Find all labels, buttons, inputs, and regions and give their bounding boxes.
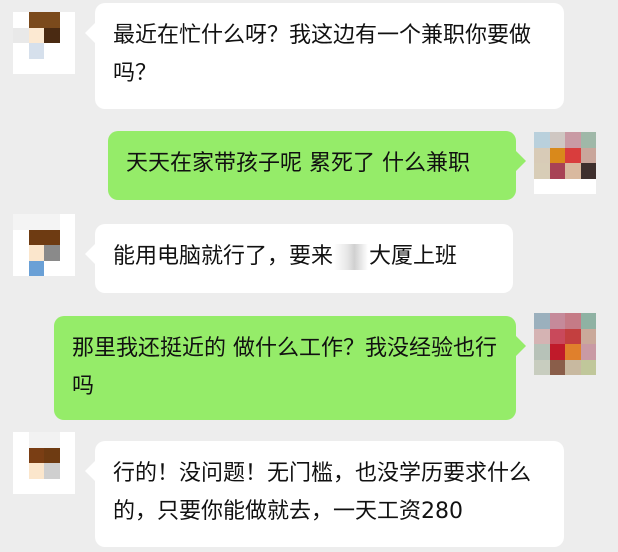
message-text: 最近在忙什么呀？我这边有一个兼职你要做吗？ xyxy=(113,23,532,86)
avatar-pixel xyxy=(565,313,581,329)
avatar-pixel xyxy=(28,245,44,261)
avatar-pixel xyxy=(28,43,44,59)
avatar-pixel xyxy=(580,328,596,344)
avatar-pixel xyxy=(59,27,75,43)
avatar-pixel xyxy=(59,58,75,74)
avatar-pixel xyxy=(13,478,29,494)
avatar-pixel xyxy=(534,132,550,148)
self-avatar[interactable] xyxy=(534,313,596,375)
avatar-pixel xyxy=(580,359,596,375)
avatar-pixel xyxy=(534,359,550,375)
avatar-pixel xyxy=(59,432,75,448)
avatar-pixel xyxy=(44,432,60,448)
avatar-pixel xyxy=(13,432,29,448)
avatar-pixel xyxy=(565,344,581,360)
avatar-pixel xyxy=(28,260,44,276)
avatar-pixel xyxy=(13,447,29,463)
message-bubble-incoming: 能用电脑就行了，要来 大厦上班 xyxy=(85,224,513,293)
avatar-pixel xyxy=(28,12,44,28)
avatar-pixel xyxy=(534,178,550,194)
avatar-pixel xyxy=(59,214,75,230)
avatar-pixel xyxy=(59,478,75,494)
avatar-pixel xyxy=(13,27,29,43)
avatar-pixel xyxy=(580,344,596,360)
avatar-pixel xyxy=(44,43,60,59)
avatar-pixel xyxy=(59,447,75,463)
avatar-pixel xyxy=(59,229,75,245)
avatar-pixel xyxy=(13,463,29,479)
avatar-pixel xyxy=(13,12,29,28)
avatar-pixel xyxy=(534,328,550,344)
avatar-pixel xyxy=(13,245,29,261)
avatar-pixel xyxy=(59,260,75,276)
avatar-pixel xyxy=(44,245,60,261)
avatar-pixel xyxy=(44,12,60,28)
avatar-pixel xyxy=(13,229,29,245)
avatar-pixel xyxy=(580,178,596,194)
avatar-pixel xyxy=(13,43,29,59)
avatar-pixel xyxy=(28,478,44,494)
avatar-pixel xyxy=(44,463,60,479)
avatar-pixel xyxy=(565,147,581,163)
avatar-pixel xyxy=(59,245,75,261)
message-text: 能用电脑就行了，要来 xyxy=(113,244,334,269)
message-bubble-incoming: 最近在忙什么呀？我这边有一个兼职你要做吗？ xyxy=(85,3,564,109)
avatar-pixel xyxy=(28,27,44,43)
avatar-pixel xyxy=(28,463,44,479)
redaction-mask xyxy=(334,244,369,270)
avatar-pixel xyxy=(580,147,596,163)
avatar-pixel xyxy=(28,432,44,448)
avatar-pixel xyxy=(534,147,550,163)
message-bubble-outgoing: 那里我还挺近的 做什么工作？我没经验也行吗 xyxy=(54,316,526,420)
avatar-pixel xyxy=(565,163,581,179)
avatar-pixel xyxy=(580,132,596,148)
message-text: 天天在家带孩子呢 累死了 什么兼职 xyxy=(126,151,470,176)
avatar-pixel xyxy=(28,214,44,230)
avatar-pixel xyxy=(59,43,75,59)
avatar-pixel xyxy=(580,313,596,329)
avatar-pixel xyxy=(580,163,596,179)
message-text: 那里我还挺近的 做什么工作？我没经验也行吗 xyxy=(72,336,497,399)
avatar-pixel xyxy=(13,58,29,74)
avatar-pixel xyxy=(565,359,581,375)
avatar-pixel xyxy=(28,229,44,245)
avatar-pixel xyxy=(565,178,581,194)
avatar-pixel xyxy=(549,359,565,375)
contact-avatar[interactable] xyxy=(13,12,75,74)
avatar-pixel xyxy=(44,27,60,43)
avatar-pixel xyxy=(549,328,565,344)
avatar-pixel xyxy=(13,260,29,276)
avatar-pixel xyxy=(534,163,550,179)
message-text: 大厦上班 xyxy=(369,244,458,269)
avatar-pixel xyxy=(44,214,60,230)
avatar-pixel xyxy=(28,58,44,74)
message-text: 行的！没问题！无门槛，也没学历要求什么的，只要你能做就去，一天工资280 xyxy=(113,461,532,524)
avatar-pixel xyxy=(44,58,60,74)
avatar-pixel xyxy=(534,344,550,360)
avatar-pixel xyxy=(59,463,75,479)
avatar-pixel xyxy=(549,344,565,360)
avatar-pixel xyxy=(44,447,60,463)
avatar-pixel xyxy=(44,260,60,276)
self-avatar[interactable] xyxy=(534,132,596,194)
avatar-pixel xyxy=(565,328,581,344)
avatar-pixel xyxy=(13,214,29,230)
message-bubble-incoming: 行的！没问题！无门槛，也没学历要求什么的，只要你能做就去，一天工资280 xyxy=(85,441,564,547)
avatar-pixel xyxy=(28,447,44,463)
avatar-pixel xyxy=(549,178,565,194)
avatar-pixel xyxy=(549,163,565,179)
contact-avatar[interactable] xyxy=(13,214,75,276)
avatar-pixel xyxy=(44,229,60,245)
avatar-pixel xyxy=(549,313,565,329)
avatar-pixel xyxy=(59,12,75,28)
avatar-pixel xyxy=(44,478,60,494)
message-bubble-outgoing: 天天在家带孩子呢 累死了 什么兼职 xyxy=(108,131,526,200)
avatar-pixel xyxy=(534,313,550,329)
avatar-pixel xyxy=(565,132,581,148)
avatar-pixel xyxy=(549,147,565,163)
contact-avatar[interactable] xyxy=(13,432,75,494)
avatar-pixel xyxy=(549,132,565,148)
